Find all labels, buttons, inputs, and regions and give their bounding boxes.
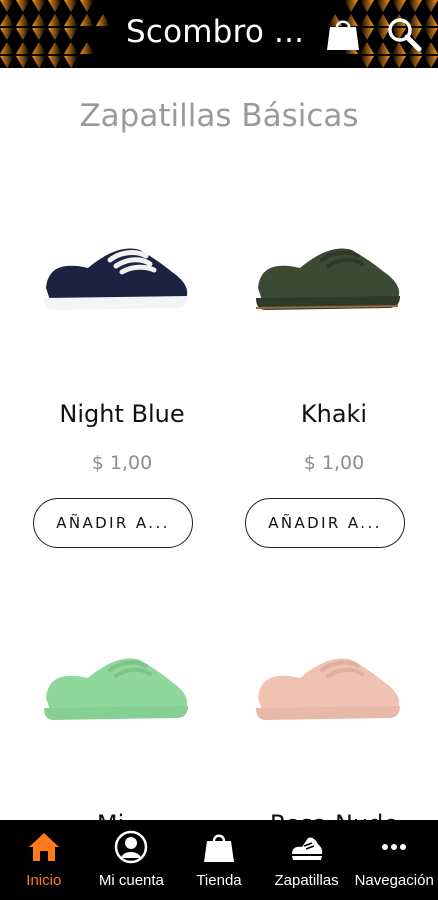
nav-label: Tienda bbox=[196, 872, 242, 889]
product-name[interactable]: Mi... bbox=[22, 810, 222, 820]
nav-item-tienda[interactable]: Tienda bbox=[175, 820, 263, 900]
cart-button[interactable] bbox=[326, 16, 360, 52]
header-pattern-left bbox=[0, 0, 110, 68]
product-name[interactable]: Night Blue bbox=[22, 400, 222, 428]
product-price: $ 1,00 bbox=[91, 452, 153, 474]
nav-label: Zapatillas bbox=[274, 872, 339, 889]
search-icon bbox=[388, 18, 422, 52]
nav-item-navegacion[interactable]: Navegación bbox=[350, 820, 438, 900]
nav-label: Mi cuenta bbox=[98, 872, 164, 889]
nav-label: Inicio bbox=[26, 872, 62, 889]
bottom-navigation: Inicio Mi cuenta Tienda Zapatillas Naveg… bbox=[0, 820, 438, 900]
nav-item-mi-cuenta[interactable]: Mi cuenta bbox=[88, 820, 176, 900]
product-image[interactable] bbox=[40, 648, 190, 738]
sneaker-icon bbox=[291, 837, 322, 860]
product-card-night-blue[interactable]: Night Blue $ 1,00 AÑADIR A... bbox=[32, 68, 212, 548]
product-image[interactable] bbox=[40, 238, 190, 328]
home-icon bbox=[28, 833, 59, 861]
product-card-mint[interactable]: Mi... bbox=[32, 478, 212, 820]
product-card-rosa-nude[interactable]: Rosa Nude bbox=[244, 478, 424, 820]
product-price: $ 1,00 bbox=[303, 452, 365, 474]
nav-label: Navegación bbox=[354, 872, 434, 889]
product-image[interactable] bbox=[252, 648, 402, 738]
product-image[interactable] bbox=[252, 238, 402, 328]
product-card-khaki[interactable]: Khaki $ 1,00 AÑADIR A... bbox=[244, 68, 424, 548]
app-title: Scombro ... bbox=[126, 14, 305, 50]
more-icon bbox=[382, 844, 407, 850]
product-list: Zapatillas Básicas Night Blue $ 1,00 AÑA… bbox=[0, 68, 438, 820]
nav-item-zapatillas[interactable]: Zapatillas bbox=[263, 820, 351, 900]
app-header: Scombro ... bbox=[0, 0, 438, 68]
product-name[interactable]: Khaki bbox=[234, 400, 434, 428]
search-button[interactable] bbox=[386, 16, 422, 52]
account-icon bbox=[115, 830, 148, 864]
shopping-bag-icon bbox=[203, 834, 234, 862]
nav-item-inicio[interactable]: Inicio bbox=[0, 820, 88, 900]
shopping-bag-icon bbox=[327, 20, 359, 50]
product-name[interactable]: Rosa Nude bbox=[234, 810, 434, 820]
